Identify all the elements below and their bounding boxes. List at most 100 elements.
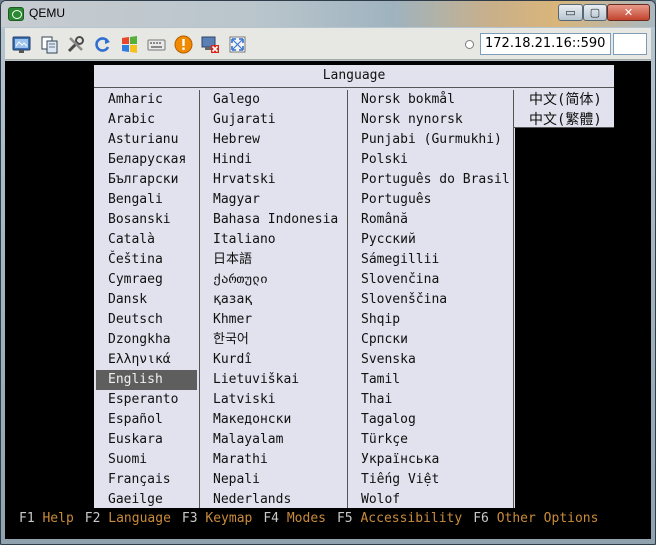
language-option[interactable]: Türkçe [348,430,513,450]
language-option[interactable]: 日本語 [200,250,347,270]
language-option[interactable]: Tamil [348,370,513,390]
function-key-f6: F6 [473,511,489,526]
language-option[interactable]: Lietuviškai [200,370,347,390]
language-option[interactable]: Amharic [94,90,199,110]
language-option[interactable]: Svenska [348,350,513,370]
windows-flag-icon[interactable] [120,35,139,54]
language-option[interactable]: Esperanto [94,390,199,410]
disconnect-icon[interactable] [201,35,220,54]
language-option[interactable]: Sámegillii [348,250,513,270]
function-key-f3: F3 [181,511,198,526]
language-option[interactable]: Ελληνικά [94,350,199,370]
language-option[interactable]: Khmer [200,310,347,330]
language-option[interactable]: Euskara [94,430,199,450]
language-option[interactable]: Hindi [200,150,347,170]
qemu-app-icon [8,7,24,21]
close-button[interactable]: ✕ [607,4,650,21]
language-option[interactable]: 中文(简体) [514,90,614,110]
language-option[interactable]: Čeština [94,250,199,270]
language-option[interactable]: Gujarati [200,110,347,130]
language-option[interactable]: Punjabi (Gurmukhi) [348,130,513,150]
tools-icon[interactable] [66,35,85,54]
minimize-button[interactable]: ▭ [558,4,583,21]
language-option[interactable]: Македонски [200,410,347,430]
language-option[interactable]: Română [348,210,513,230]
address-extra-field[interactable] [613,33,647,55]
language-option[interactable]: Беларуская [94,150,199,170]
function-key-label[interactable]: Accessibility [353,511,462,526]
title-bar[interactable]: QEMU ▭ ▢ ✕ [1,1,655,27]
language-option[interactable]: Kurdî [200,350,347,370]
language-option[interactable]: Bahasa Indonesia [200,210,347,230]
copy-icon[interactable] [40,35,59,54]
language-option[interactable]: Português do Brasil [348,170,513,190]
monitor-icon[interactable] [12,35,31,54]
language-option[interactable]: Galego [200,90,347,110]
language-option[interactable]: Gaeilge [94,490,199,510]
language-option[interactable]: Hrvatski [200,170,347,190]
language-option[interactable]: Hebrew [200,130,347,150]
language-option[interactable]: Norsk nynorsk [348,110,513,130]
language-option[interactable]: 中文(繁體) [514,110,614,130]
language-option[interactable]: Marathi [200,450,347,470]
language-option[interactable]: ქართული [200,270,347,290]
vm-console[interactable]: Language Amharic Arabic Asturianu Беларуска… [5,61,651,539]
dialog-title: Language [94,65,614,88]
language-option[interactable]: қазақ [200,290,347,310]
language-option[interactable]: Latviski [200,390,347,410]
language-option[interactable]: Thai [348,390,513,410]
keyboard-icon[interactable] [147,35,166,54]
language-option[interactable]: Català [94,230,199,250]
language-option[interactable]: Arabic [94,110,199,130]
language-column-3: Norsk bokmål Norsk nynorsk Punjabi (Gurmuk… [348,90,514,508]
language-option[interactable]: Italiano [200,230,347,250]
language-option[interactable]: Tagalog [348,410,513,430]
toolbar: 172.18.21.16::590 [5,28,651,60]
language-option[interactable]: Français [94,470,199,490]
maximize-button[interactable]: ▢ [583,4,607,21]
language-option[interactable]: Slovenščina [348,290,513,310]
refresh-icon[interactable] [93,35,112,54]
function-key-label[interactable]: Language [100,511,171,526]
function-key-f5: F5 [336,511,353,526]
language-option[interactable]: Shqip [348,310,513,330]
language-option[interactable]: Slovenčina [348,270,513,290]
language-option[interactable]: Bosanski [94,210,199,230]
language-option[interactable]: Polski [348,150,513,170]
function-key-label[interactable]: Help [35,511,73,526]
language-option[interactable]: Dansk [94,290,199,310]
language-option[interactable]: Nepali [200,470,347,490]
language-option[interactable]: Nederlands [200,490,347,510]
language-option[interactable]: Українська [348,450,513,470]
function-key-label[interactable]: Modes [279,511,326,526]
window-title: QEMU [29,6,65,20]
language-option[interactable]: Български [94,170,199,190]
function-key-bar: F1 Help F2 Language F3 Keymap F4 Modes F5 Ac… [19,510,609,528]
function-key-f2: F2 [84,511,101,526]
language-option[interactable]: Tiếng Việt [348,470,513,490]
language-option[interactable]: Bengali [94,190,199,210]
language-option[interactable]: Српски [348,330,513,350]
language-option[interactable]: Português [348,190,513,210]
language-option[interactable]: Deutsch [94,310,199,330]
language-column-2: Galego Gujarati Hebrew Hindi Hrvatski Magyar B… [200,90,348,508]
language-dialog: Language Amharic Arabic Asturianu Беларуска… [94,65,614,508]
function-key-label[interactable]: Keymap [198,511,252,526]
language-option[interactable]: Asturianu [94,130,199,150]
address-input[interactable]: 172.18.21.16::590 [480,33,611,55]
alert-icon[interactable] [174,35,193,54]
language-option[interactable]: Dzongkha [94,330,199,350]
language-option[interactable]: Español [94,410,199,430]
language-option[interactable]: 한국어 [200,330,347,350]
fullscreen-icon[interactable] [228,35,247,54]
language-option[interactable]: Cymraeg [94,270,199,290]
language-option[interactable]: Suomi [94,450,199,470]
language-option[interactable]: Magyar [200,190,347,210]
language-option[interactable]: Wolof [348,490,513,510]
connection-radio[interactable] [465,40,474,49]
function-key-label[interactable]: Other Options [489,511,599,526]
language-option[interactable]: Malayalam [200,430,347,450]
language-option[interactable]: Norsk bokmål [348,90,513,110]
language-option[interactable]: Русский [348,230,513,250]
language-option[interactable]: English [96,370,197,390]
